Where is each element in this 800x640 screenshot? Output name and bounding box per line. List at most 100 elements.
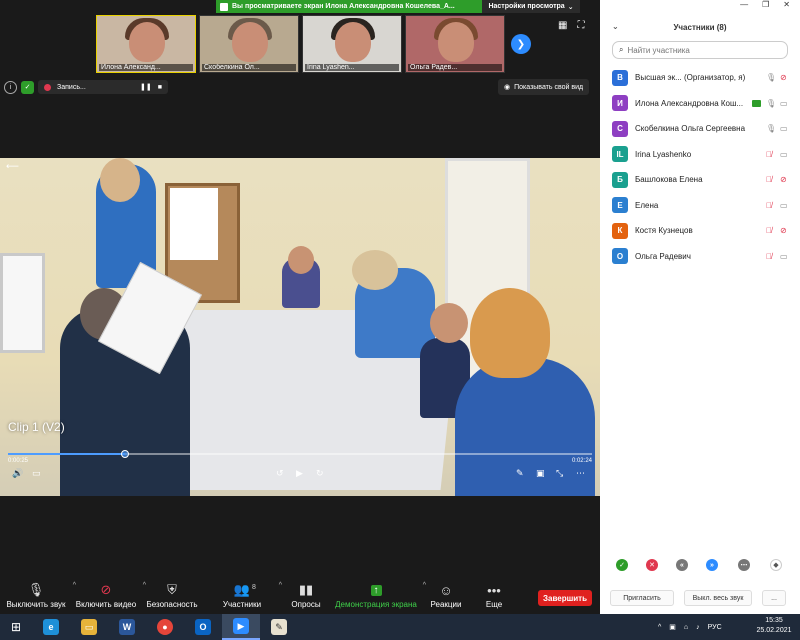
microphone-icon[interactable]: 🎙 [766, 124, 776, 133]
camera-off-icon[interactable]: ⊘ [780, 175, 787, 184]
collapse-icon[interactable]: ⤡ [556, 468, 563, 479]
keyboard-language[interactable]: РУС [708, 624, 722, 631]
stop-icon[interactable]: ■ [158, 84, 162, 91]
participants-button[interactable]: 👥 8 Участники ^ [206, 580, 282, 609]
volume-icon[interactable]: ♪ [696, 624, 700, 631]
yes-icon[interactable]: ✓ [616, 559, 628, 571]
video-button[interactable]: ⊘ Включить видео ^ [70, 580, 146, 609]
recording-indicator: Запись... ❚❚ ■ [38, 80, 168, 94]
paint-icon: ✎ [271, 619, 287, 635]
shared-screen: ⟵ Clip 1 (V2) 0:00:25 0:02:24 🔊 ▭ ↺ ▶ ↻ … [0, 158, 600, 496]
tray-chevron-icon[interactable]: ^ [658, 624, 661, 631]
video-thumbnail[interactable]: Irina Lyashen... [302, 15, 402, 73]
participant-row[interactable]: К Костя Кузнецов 🎙̸ ⊘ [600, 218, 800, 244]
info-icon[interactable]: i [4, 80, 17, 94]
end-meeting-button[interactable]: Завершить [538, 590, 592, 606]
security-button[interactable]: ⛨ Безопасность [136, 580, 208, 609]
taskbar-ie[interactable]: e [32, 614, 70, 640]
microphone-muted-icon[interactable]: 🎙̸ [766, 226, 772, 235]
camera-icon[interactable]: ▭ [780, 150, 788, 159]
taskbar-explorer[interactable]: ▭ [70, 614, 108, 640]
boy-child-head [288, 246, 314, 274]
participant-avatar: К [612, 222, 628, 239]
pause-icon[interactable]: ❚❚ [140, 83, 152, 91]
microphone-muted-icon[interactable]: 🎙̸ [766, 252, 772, 261]
participant-row[interactable]: С Скобелкина Ольга Сергеевна 🎙 ▭ [600, 116, 800, 142]
eraser-icon[interactable]: ◆ [770, 559, 782, 571]
system-clock[interactable]: 15:35 25.02.2021 [752, 616, 796, 636]
share-screen-button[interactable]: ↑ Демонстрация экрана ^ [330, 580, 426, 609]
view-options-button[interactable]: Настройки просмотра ⌄ [482, 0, 580, 13]
video-thumbnails: Илона Александ... Скобелкина Ол... Irina L… [96, 15, 505, 73]
slower-icon[interactable]: « [676, 559, 688, 571]
camera-icon[interactable]: ▭ [780, 201, 788, 210]
video-progress-handle[interactable] [120, 450, 129, 458]
subtitles-icon[interactable]: ▭ [32, 468, 41, 479]
participant-row[interactable]: Б Башлокова Елена 🎙̸ ⊘ [600, 167, 800, 193]
more-feedback-icon[interactable]: ⋯ [738, 559, 750, 571]
start-button[interactable]: ⊞ [0, 614, 32, 640]
no-icon[interactable]: ✕ [646, 559, 658, 571]
invite-button[interactable]: Пригласить [610, 590, 674, 606]
play-icon[interactable]: ▶ [296, 468, 303, 479]
participant-search-input[interactable] [627, 45, 778, 55]
recording-label: Запись... [57, 83, 86, 91]
video-thumbnail[interactable]: Скобелкина Ол... [199, 15, 299, 73]
shield-icon[interactable]: ✓ [21, 80, 34, 94]
more-label: Еще [485, 600, 503, 609]
participant-row[interactable]: О Ольга Радевич 🎙̸ ▭ [600, 244, 800, 270]
participant-search[interactable]: ⌕ [612, 41, 788, 59]
taskbar-outlook[interactable]: O [184, 614, 222, 640]
taskbar-paint[interactable]: ✎ [260, 614, 298, 640]
participant-name: Высшая эк... (Организатор, я) [635, 73, 746, 83]
participant-row[interactable]: И Илона Александровна Кош... 🎙 ▭ [600, 91, 800, 117]
camera-off-icon[interactable]: ⊘ [780, 73, 787, 82]
camera-icon[interactable]: ▭ [780, 99, 788, 108]
participant-row[interactable]: IL Irina Lyashenko 🎙̸ ▭ [600, 142, 800, 168]
close-icon[interactable]: ✕ [783, 0, 790, 12]
taskbar-zoom[interactable]: ▶ [222, 614, 260, 640]
meeting-area: Вы просматриваете экран Илона Александро… [0, 0, 600, 614]
microphone-icon[interactable]: 🎙 [766, 73, 776, 82]
taskbar-chrome[interactable]: ● [146, 614, 184, 640]
back-arrow-icon[interactable]: ⟵ [6, 161, 19, 172]
network-icon[interactable]: ⌂ [684, 624, 688, 631]
show-self-video-button[interactable]: ◉ Показывать свой вид [498, 79, 590, 95]
microphone-muted-icon[interactable]: 🎙̸ [766, 175, 772, 184]
video-thumbnail[interactable]: Ольга Радев... [405, 15, 505, 73]
tray-app-icon[interactable]: ▣ [669, 623, 676, 631]
pen-icon[interactable]: ✎ [516, 468, 524, 479]
thumbnail-name: Irina Lyashen... [305, 64, 399, 71]
participant-row[interactable]: Е Елена 🎙̸ ▭ [600, 193, 800, 219]
camera-icon[interactable]: ▭ [780, 124, 788, 133]
minimize-icon[interactable]: — [740, 0, 748, 12]
microphone-muted-icon[interactable]: 🎙̸ [766, 150, 772, 159]
microphone-icon[interactable]: 🎙 [766, 99, 776, 108]
pip-icon[interactable]: ▣ [536, 468, 545, 479]
volume-icon[interactable]: 🔊 [12, 468, 23, 479]
forward-icon[interactable]: ↻ [316, 468, 324, 479]
camera-off-icon[interactable]: ⊘ [780, 226, 787, 235]
clock-date: 25.02.2021 [756, 627, 792, 634]
rewind-icon[interactable]: ↺ [276, 468, 284, 479]
faster-icon[interactable]: » [706, 559, 718, 571]
participant-row[interactable]: В Высшая эк... (Организатор, я) 🎙 ⊘ [600, 65, 800, 91]
restore-icon[interactable]: ❐ [762, 0, 769, 12]
camera-icon[interactable]: ▭ [780, 252, 788, 261]
thumbnails-next-button[interactable]: ❯ [511, 34, 531, 54]
participant-face [438, 22, 474, 62]
camera-off-icon: ⊘ [100, 582, 112, 597]
panel-more-button[interactable]: ... [762, 590, 786, 606]
video-progress-bar[interactable] [8, 450, 592, 458]
microphone-muted-icon[interactable]: 🎙̸ [766, 201, 772, 210]
share-banner-message: Вы просматриваете экран Илона Александро… [216, 0, 482, 13]
mute-button[interactable]: 🎙 Выключить звук ^ [0, 580, 76, 609]
fullscreen-icon[interactable]: ⛶ [577, 20, 584, 31]
taskbar-word[interactable]: W [108, 614, 146, 640]
video-thumbnail[interactable]: Илона Александ... [96, 15, 196, 73]
layout-icon[interactable]: ▦ [558, 20, 567, 31]
more-button[interactable]: ••• Еще [458, 580, 530, 610]
more-options-icon[interactable]: ⋯ [576, 468, 585, 479]
share-banner: Вы просматриваете экран Илона Александро… [216, 0, 580, 13]
mute-all-button[interactable]: Выкл. весь звук [684, 590, 752, 606]
